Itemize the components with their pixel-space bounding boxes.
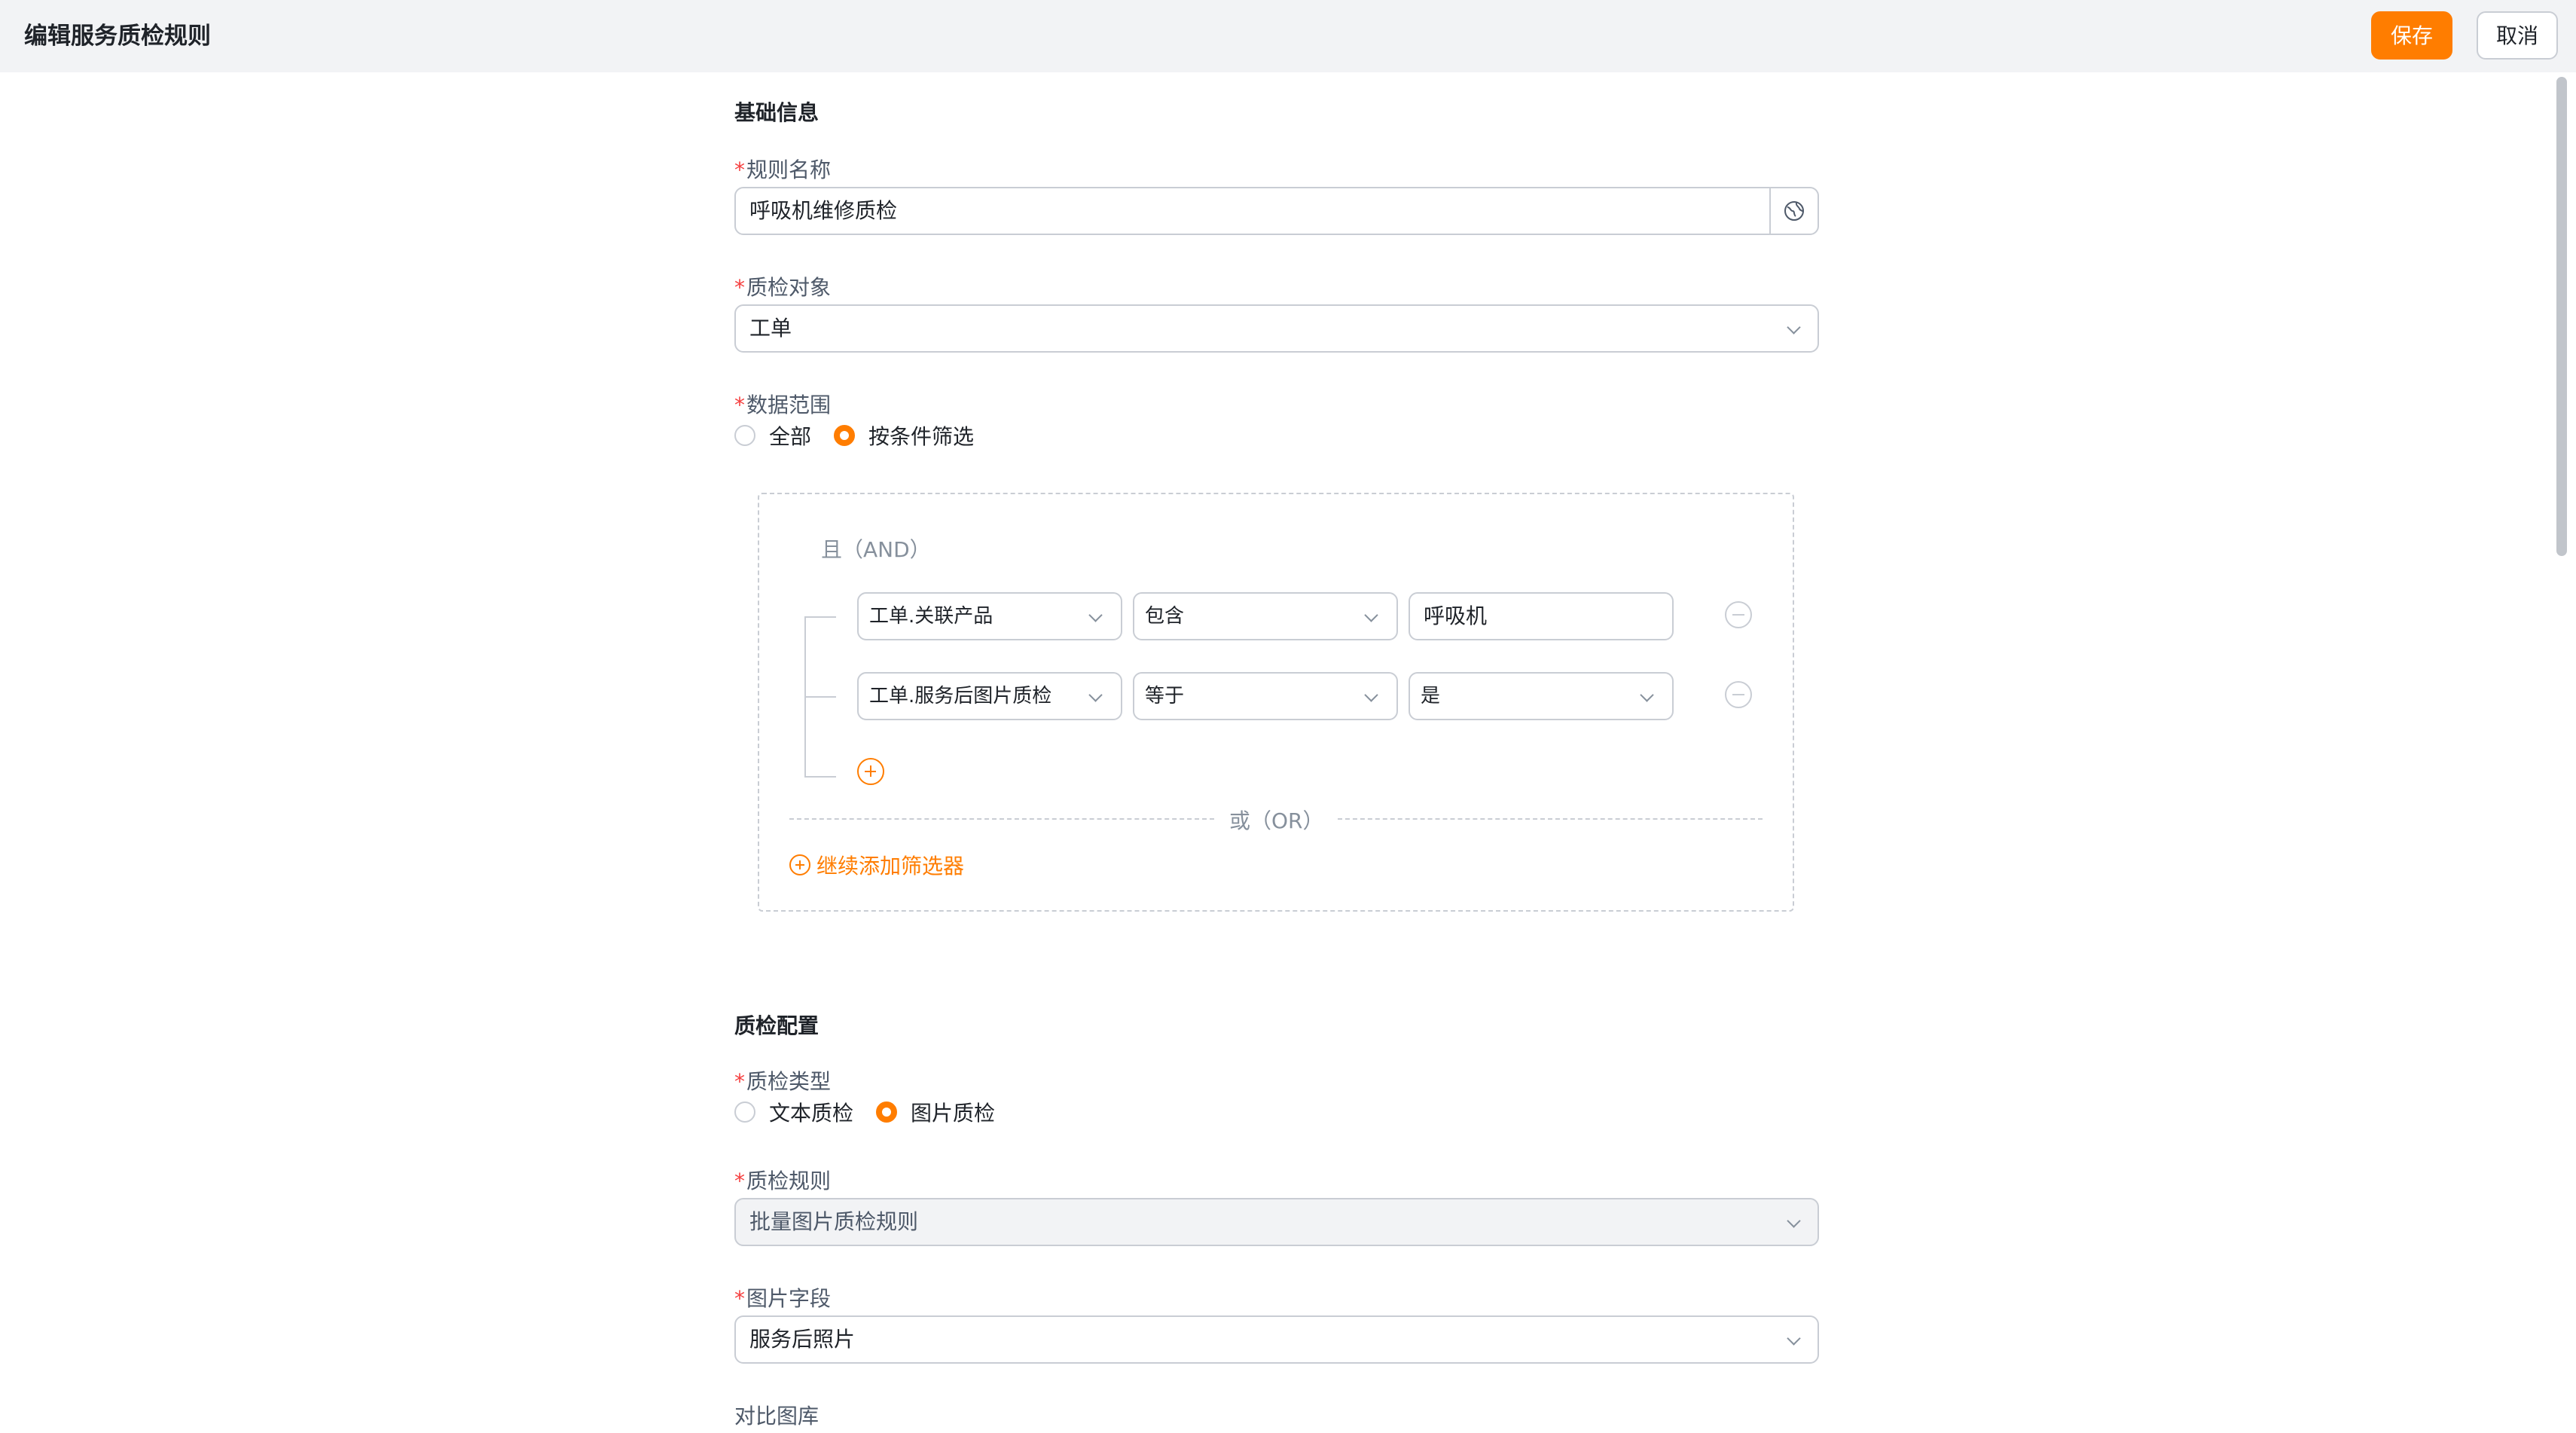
image-field-value: 服务后照片 xyxy=(749,1327,856,1352)
rule-name-label-text: 规则名称 xyxy=(746,157,832,182)
qc-type-radio-group: 文本质检 图片质检 xyxy=(734,1097,1018,1127)
image-field-select[interactable]: 服务后照片 xyxy=(734,1315,1819,1364)
required-mark: * xyxy=(734,393,745,417)
tree-branch xyxy=(806,776,836,778)
qc-type-label: *质检类型 xyxy=(734,1065,831,1095)
qc-object-label-text: 质检对象 xyxy=(746,275,832,300)
radio-label: 全部 xyxy=(769,424,812,449)
condition-value: 是 xyxy=(1421,685,1441,707)
chevron-down-icon xyxy=(1364,608,1378,622)
section-title-config: 质检配置 xyxy=(734,1013,819,1038)
add-filter-link[interactable]: 继续添加筛选器 xyxy=(789,850,964,880)
condition-operator-value: 包含 xyxy=(1145,605,1185,628)
condition-2-field-select[interactable]: 工单.服务后图片质检 xyxy=(857,672,1122,720)
required-mark: * xyxy=(734,275,745,300)
add-filter-icon xyxy=(789,854,810,875)
qc-rule-select: 批量图片质检规则 xyxy=(734,1198,1819,1246)
data-range-radio-group: 全部 按条件筛选 xyxy=(734,420,997,451)
radio-circle-selected xyxy=(834,425,856,446)
rule-name-input[interactable]: 呼吸机维修质检 xyxy=(734,187,1819,235)
cancel-button[interactable]: 取消 xyxy=(2477,11,2558,60)
condition-1-field-select[interactable]: 工单.关联产品 xyxy=(857,592,1122,640)
rule-name-suffix[interactable] xyxy=(1769,188,1818,234)
add-condition-icon[interactable] xyxy=(857,758,884,785)
or-divider-right xyxy=(1338,818,1763,820)
radio-circle xyxy=(734,425,755,446)
top-bar: 编辑服务质检规则 保存 取消 xyxy=(0,0,2576,72)
chevron-down-icon xyxy=(1787,1331,1801,1346)
scrollbar-thumb[interactable] xyxy=(2556,77,2567,556)
required-mark: * xyxy=(734,157,745,182)
required-mark: * xyxy=(734,1169,745,1193)
tree-branch xyxy=(806,696,836,698)
radio-qc-type-text[interactable]: 文本质检 xyxy=(734,1097,853,1127)
chevron-down-icon xyxy=(1787,320,1801,335)
required-mark: * xyxy=(734,1286,745,1311)
radio-data-range-filter[interactable]: 按条件筛选 xyxy=(834,420,974,451)
qc-rule-label-text: 质检规则 xyxy=(746,1169,832,1193)
tree-branch xyxy=(806,616,836,618)
image-field-label: *图片字段 xyxy=(734,1282,831,1312)
radio-label: 图片质检 xyxy=(911,1101,996,1126)
required-mark: * xyxy=(734,1069,745,1094)
save-button[interactable]: 保存 xyxy=(2371,11,2452,60)
remove-condition-icon[interactable] xyxy=(1725,681,1752,708)
scrollbar[interactable] xyxy=(2553,72,2576,1433)
chevron-down-icon xyxy=(1640,688,1654,702)
add-filter-label: 继续添加筛选器 xyxy=(816,854,965,878)
and-label: 且（AND） xyxy=(821,537,931,562)
section-title-basic: 基础信息 xyxy=(734,100,819,125)
rule-name-value: 呼吸机维修质检 xyxy=(749,198,898,223)
qc-rule-label: *质检规则 xyxy=(734,1165,831,1195)
image-field-label-text: 图片字段 xyxy=(746,1286,832,1311)
condition-value: 呼吸机 xyxy=(1424,603,1488,628)
radio-data-range-all[interactable]: 全部 xyxy=(734,420,811,451)
chevron-down-icon xyxy=(1088,608,1103,622)
data-range-label-text: 数据范围 xyxy=(746,393,832,417)
qc-type-label-text: 质检类型 xyxy=(746,1069,832,1094)
rule-name-label: *规则名称 xyxy=(734,154,831,184)
chevron-down-icon xyxy=(1787,1214,1801,1228)
condition-2-value-select[interactable]: 是 xyxy=(1409,672,1674,720)
or-divider-left xyxy=(789,818,1214,820)
radio-circle xyxy=(734,1101,755,1123)
condition-2-operator-select[interactable]: 等于 xyxy=(1133,672,1398,720)
qc-object-label: *质检对象 xyxy=(734,271,831,301)
radio-label: 按条件筛选 xyxy=(868,424,975,449)
qc-object-select[interactable]: 工单 xyxy=(734,304,1819,353)
condition-operator-value: 等于 xyxy=(1145,685,1185,707)
chevron-down-icon xyxy=(1364,688,1378,702)
page-title: 编辑服务质检规则 xyxy=(24,23,211,50)
chevron-down-icon xyxy=(1088,688,1103,702)
qc-rule-value: 批量图片质检规则 xyxy=(749,1209,919,1234)
compare-gallery-label: 对比图库 xyxy=(734,1404,819,1428)
remove-condition-icon[interactable] xyxy=(1725,601,1752,628)
radio-qc-type-image[interactable]: 图片质检 xyxy=(876,1097,995,1127)
globe-icon xyxy=(1784,201,1804,221)
or-label: 或（OR） xyxy=(1229,808,1324,833)
radio-label: 文本质检 xyxy=(769,1101,854,1126)
condition-1-value-input[interactable]: 呼吸机 xyxy=(1409,592,1674,640)
condition-field-value: 工单.服务后图片质检 xyxy=(869,685,1052,707)
qc-object-value: 工单 xyxy=(749,316,792,341)
condition-field-value: 工单.关联产品 xyxy=(869,605,993,628)
radio-circle-selected xyxy=(876,1101,898,1123)
condition-1-operator-select[interactable]: 包含 xyxy=(1133,592,1398,640)
data-range-label: *数据范围 xyxy=(734,389,831,419)
